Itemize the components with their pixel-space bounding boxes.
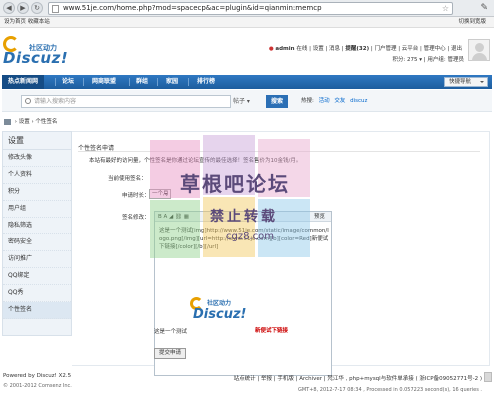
sidebar-item-profile[interactable]: 个人资料 [3,167,71,184]
nav-divider [188,78,189,86]
user-icon: ● [268,46,274,52]
preview-text: 这是一个测试 [154,329,188,335]
back-icon[interactable]: ◀ [3,2,15,14]
preview-logo-en: Discuz! [193,307,247,322]
sidebar-item-qq-bind[interactable]: QQ绑定 [3,268,71,286]
submit-button[interactable]: 提交申请 [154,348,186,359]
topbar-links[interactable]: 设为首页 收藏本站 [4,17,50,28]
nav-item-forum[interactable]: 论坛 [62,75,74,89]
username[interactable]: admin [275,46,294,52]
sidebar-item-qq-show[interactable]: QQ秀 [3,285,71,303]
nav-item-group[interactable]: 群组 [136,75,148,89]
hot-keyword[interactable]: 交友 [334,98,345,104]
nav-divider [129,78,130,86]
sidebar-item-usergroup[interactable]: 用户组 [3,201,71,218]
nav-item-home[interactable]: 家园 [166,75,178,89]
watermark-block [150,200,200,258]
quick-nav-button[interactable]: 快捷导航 [444,77,488,87]
content-label: 签名修改： [122,215,150,221]
sidebar-item-password[interactable]: 密码安全 [3,234,71,252]
back-to-top-icon[interactable] [484,372,492,382]
star-icon[interactable]: ☆ [442,3,449,14]
current-signature-label: 当前使用签名： [108,176,147,182]
search-button[interactable]: 搜索 [266,95,288,108]
switch-width-link[interactable]: 切换到宽版 [458,17,486,28]
copyright: © 2001-2012 Comsenz Inc. [3,383,72,389]
watermark-subtitle: 禁止转载 [210,209,278,225]
search-row: 请输入搜索内容 帖子 ▾ 搜索 热搜: 活动 交友 discuz [2,90,492,112]
url-text: www.51je.com/home.php?mod=spacecp&ac=plu… [63,4,322,12]
settings-sidebar: 设置 修改头像 个人资料 积分 用户组 隐私筛选 密码安全 访问推广 QQ绑定 … [2,131,72,336]
site-topbar: 设为首页 收藏本站 切换到宽版 [0,17,494,28]
watermark: 草根吧论坛 禁止转载 cgz8.com [150,135,360,285]
hot-searches: 热搜: 活动 交友 discuz [301,95,367,108]
nav-divider [157,78,158,86]
footer-gmt: GMT+8, 2012-7-17 08:34 , Processed in 0.… [297,387,482,393]
preview-link[interactable]: 新便试下链接 [255,326,288,334]
nav-item-news[interactable]: 热点新闻网 [2,75,45,89]
address-bar[interactable]: www.51je.com/home.php?mod=spacecp&ac=plu… [48,2,453,15]
sidebar-item-promotion[interactable]: 访问推广 [3,251,71,269]
home-icon[interactable] [4,118,11,125]
points-info[interactable]: 积分: 275 ▾ | 用户组: 管理员 [392,55,464,63]
user-bar: ● admin 在线 | 设置 | 消息 | 提醒(32) | 门户管理 | 云… [269,44,462,52]
avatar[interactable] [468,39,490,61]
logo-en: Discuz! [3,49,69,67]
sidebar-item-signature[interactable]: 个性签名 [3,302,71,319]
watermark-url: cgz8.com [226,231,274,242]
wrench-icon[interactable]: ✎ [480,3,488,13]
preview-logo-cn: 社区动力 [207,300,232,307]
main-nav: 热点新闻网 论坛 网商联盟 群组 家园 排行榜 快捷导航 [2,75,492,89]
user-links[interactable]: | 设置 | 消息 | [309,46,344,52]
sidebar-item-credits[interactable]: 积分 [3,184,71,201]
footer-links[interactable]: 站点统计 | 举报 | 手机版 | Archiver | 梵江华 , php+m… [234,374,482,382]
preview-logo: 社区动力 Discuz! [190,295,250,325]
search-placeholder: 请输入搜索内容 [34,98,77,105]
browser-toolbar: ◀ ▶ ↻ www.51je.com/home.php?mod=spacecp&… [0,0,494,17]
sidebar-item-privacy[interactable]: 隐私筛选 [3,218,71,235]
breadcrumb-text[interactable]: › 设置 › 个性签名 [15,119,58,125]
watermark-title: 草根吧论坛 [180,172,290,196]
nav-divider [83,78,84,86]
footer: Powered by Discuz! X2.5 © 2001-2012 Coms… [0,368,494,400]
search-input[interactable]: 请输入搜索内容 [21,95,231,108]
nav-item-ranking[interactable]: 排行榜 [197,75,215,89]
online-status[interactable]: 在线 [296,46,307,52]
sidebar-item-avatar[interactable]: 修改头像 [3,150,71,167]
hot-keyword[interactable]: 活动 [319,98,330,104]
reminder-link[interactable]: 提醒(32) [345,46,369,52]
breadcrumb: › 设置 › 个性签名 [4,117,57,125]
user-links-rest[interactable]: | 门户管理 | 云平台 | 管理中心 | 退出 [371,46,462,52]
site-logo[interactable]: 社区动力 Discuz! [3,36,75,67]
hot-label: 热搜: [301,98,314,104]
sidebar-title: 设置 [3,132,71,150]
nav-divider [55,78,56,86]
powered-by[interactable]: Powered by Discuz! X2.5 [3,373,71,379]
forward-icon[interactable]: ▶ [17,2,29,14]
search-icon [25,98,31,104]
page-icon [52,5,59,13]
hot-keyword[interactable]: discuz [350,98,367,104]
reload-icon[interactable]: ↻ [31,2,43,14]
nav-item-league[interactable]: 网商联盟 [92,75,116,89]
search-type-select[interactable]: 帖子 ▾ [233,95,250,108]
duration-label: 申请时长： [122,193,150,199]
